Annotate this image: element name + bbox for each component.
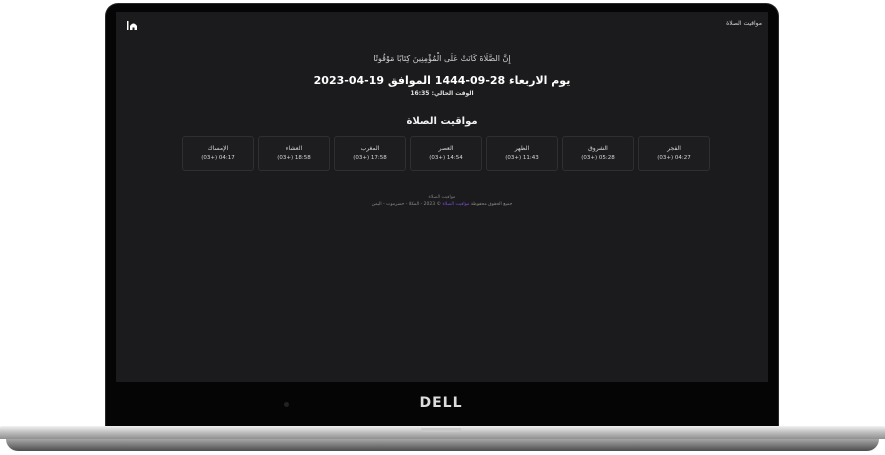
prayer-name: الفجر: [667, 145, 681, 152]
prayer-name: الإمساك: [207, 145, 229, 152]
quran-verse: إِنَّ الصَّلَاةَ كَانَتْ عَلَى الْمُؤْمِ…: [373, 54, 511, 63]
screen: مواقيت الصلاة إِنَّ الصَّلَاةَ كَانَتْ ع…: [116, 12, 768, 382]
prayer-time: (03+) 18:58: [277, 155, 311, 161]
laptop-base-bottom: [6, 439, 879, 451]
footer-link[interactable]: مواقيت الصلاة: [442, 202, 469, 207]
prayer-name: المغرب: [360, 145, 380, 152]
brand-logo: DELL: [419, 395, 463, 411]
prayer-time: (03+) 11:43: [505, 155, 539, 161]
prayer-name: الظهر: [514, 145, 530, 152]
prayer-cards: الفجر (03+) 04:27 الشروق (03+) 05:28 الظ…: [182, 136, 710, 171]
prayer-name: العصر: [438, 145, 454, 152]
prayer-time: (03+) 04:27: [657, 155, 691, 161]
prayer-card-imsak: الإمساك (03+) 04:17: [182, 136, 254, 171]
footer-site-name: مواقيت الصلاة: [428, 195, 456, 200]
prayer-time: (03+) 14:54: [429, 155, 463, 161]
laptop-notch: [421, 428, 461, 432]
page-title-date: يوم الاربعاء 28-09-1444 الموافق 19-04-20…: [313, 74, 571, 87]
footer-rights: جميع الحقوق محفوظة: [470, 202, 513, 207]
prayer-card-fajr: الفجر (03+) 04:27: [638, 136, 710, 171]
webcam-icon: [284, 402, 289, 407]
prayer-card-dhuhr: الظهر (03+) 11:43: [486, 136, 558, 171]
nav-title-link[interactable]: مواقيت الصلاة: [726, 20, 762, 27]
prayer-card-asr: العصر (03+) 14:54: [410, 136, 482, 171]
prayer-name: العشاء: [285, 145, 303, 152]
prayer-card-isha: العشاء (03+) 18:58: [258, 136, 330, 171]
prayer-time: (03+) 05:28: [581, 155, 615, 161]
prayer-card-maghrib: المغرب (03+) 17:58: [334, 136, 406, 171]
footer-copyright: جميع الحقوق محفوظة مواقيت الصلاة © 2023 …: [116, 202, 768, 207]
current-time: الوقت الحالي: 16:35: [116, 90, 768, 97]
footer-copyright-text: © 2023 - المكلا - حضرموت - اليمن: [371, 202, 442, 207]
section-title: مواقيت الصلاة: [406, 116, 478, 127]
prayer-card-sunrise: الشروق (03+) 05:28: [562, 136, 634, 171]
current-time-value: 16:35: [410, 90, 430, 97]
prayer-name: الشروق: [588, 145, 608, 152]
mosque-icon[interactable]: [126, 20, 139, 30]
prayer-time: (03+) 17:58: [353, 155, 387, 161]
prayer-time: (03+) 04:17: [201, 155, 235, 161]
navbar: مواقيت الصلاة: [116, 12, 768, 38]
current-time-label: الوقت الحالي:: [431, 90, 474, 97]
